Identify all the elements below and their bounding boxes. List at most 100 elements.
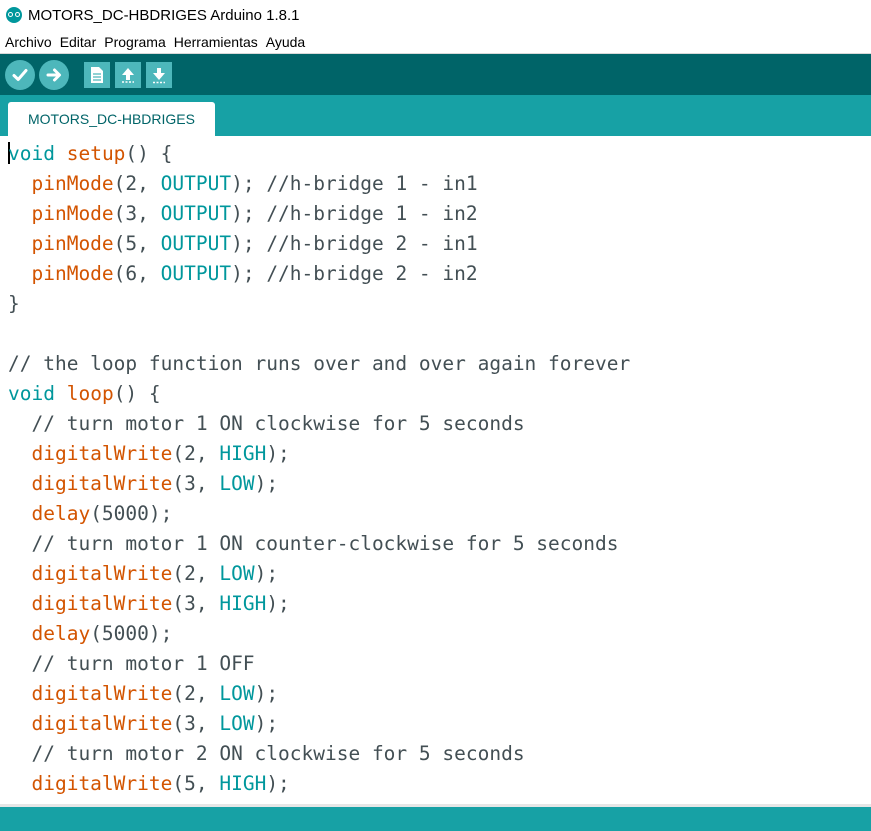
code-line: pinMode(2, OUTPUT); //h-bridge 1 - in1 [8,169,478,199]
code-token: (3, [172,472,220,495]
code-token: pinMode [31,262,114,285]
code-line: delay(5000); [8,619,172,649]
code-token: HIGH [219,442,267,465]
code-token: ); [254,682,279,705]
open-sketch-button[interactable] [115,61,141,88]
code-token: LOW [219,472,255,495]
code-token: LOW [219,682,255,705]
code-token: ); //h-bridge 1 - in1 [231,172,478,195]
code-token: pinMode [31,172,114,195]
code-token: loop [66,382,114,405]
code-line: delay(5000); [8,499,172,529]
code-token: setup [66,142,126,165]
code-token: () { [125,142,173,165]
code-line: pinMode(6, OUTPUT); //h-bridge 2 - in2 [8,259,478,289]
verify-button[interactable] [5,59,35,90]
tab-bar: MOTORS_DC-HBDRIGES [0,95,871,136]
code-token: digitalWrite [31,712,173,735]
code-token: (5000); [90,502,173,525]
code-token: ); [266,592,290,615]
upload-icon [46,68,61,81]
code-editor[interactable]: void setup() { pinMode(2, OUTPUT); //h-b… [0,136,871,804]
code-token: digitalWrite [31,472,173,495]
code-line: void loop() { [8,379,161,409]
code-token: // turn motor 1 ON counter-clockwise for… [31,532,619,555]
code-line: // turn motor 1 ON counter-clockwise for… [8,529,618,559]
code-token: OUTPUT [160,232,232,255]
code-token: (6, [113,262,161,285]
code-token: pinMode [31,232,114,255]
verify-icon [12,68,28,81]
menu-archivo[interactable]: Archivo [2,34,55,50]
code-token: void [8,142,55,165]
menu-herramientas[interactable]: Herramientas [171,34,261,50]
menu-ayuda[interactable]: Ayuda [263,34,308,50]
save-icon [153,67,165,83]
code-token: ); [254,562,279,585]
code-token: // turn motor 2 ON clockwise for 5 secon… [31,742,525,765]
code-token: // turn motor 1 OFF [31,652,255,675]
save-sketch-button[interactable] [146,61,172,88]
code-line: digitalWrite(2, LOW); [8,559,278,589]
code-token: HIGH [219,772,267,795]
code-token: ); //h-bridge 2 - in2 [231,262,478,285]
code-token: } [8,292,20,315]
code-token: (3, [172,712,220,735]
code-line: void setup() { [8,139,172,169]
code-token: void [8,382,55,405]
code-token: // turn motor 1 ON clockwise for 5 secon… [31,412,525,435]
code-token: LOW [219,562,255,585]
menu-programa[interactable]: Programa [101,34,168,50]
tab-sketch[interactable]: MOTORS_DC-HBDRIGES [8,102,215,136]
code-token: HIGH [219,592,267,615]
code-line: } [8,289,20,319]
code-token: delay [31,502,91,525]
code-token: ); [266,772,290,795]
window-title: MOTORS_DC-HBDRIGES Arduino 1.8.1 [28,6,300,24]
code-token: (2, [172,442,220,465]
menu-editar[interactable]: Editar [57,34,100,50]
code-line: digitalWrite(3, LOW); [8,469,278,499]
code-token: () { [113,382,161,405]
code-line: digitalWrite(2, LOW); [8,679,278,709]
code-token: (2, [113,172,161,195]
upload-button[interactable] [39,59,69,90]
code-token: // the loop function runs over and over … [8,352,631,375]
code-line: // the loop function runs over and over … [8,349,630,379]
code-token: (5, [113,232,161,255]
code-token: digitalWrite [31,592,173,615]
code-token: LOW [219,712,255,735]
code-line: digitalWrite(3, HIGH); [8,589,290,619]
code-token: ); //h-bridge 2 - in1 [231,232,478,255]
menu-bar: Archivo Editar Programa Herramientas Ayu… [0,30,871,54]
code-token: OUTPUT [160,202,232,225]
code-token: (3, [113,202,161,225]
code-token: digitalWrite [31,442,173,465]
code-token: OUTPUT [160,262,232,285]
code-token: (2, [172,682,220,705]
code-token: (2, [172,562,220,585]
new-sketch-button[interactable] [84,61,110,88]
title-bar: MOTORS_DC-HBDRIGES Arduino 1.8.1 [0,0,871,30]
code-token: ); //h-bridge 1 - in2 [231,202,478,225]
code-token: delay [31,622,91,645]
code-line: digitalWrite(5, HIGH); [8,769,290,799]
code-line: pinMode(5, OUTPUT); //h-bridge 2 - in1 [8,229,478,259]
